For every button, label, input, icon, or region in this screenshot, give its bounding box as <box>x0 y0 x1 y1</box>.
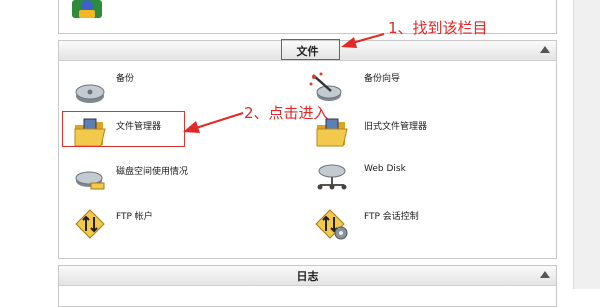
step2-annotation: 2、点击进入 <box>244 104 329 122</box>
step1-annotation: 1、找到该栏目 <box>388 19 488 37</box>
annotation-arrows <box>183 33 385 133</box>
